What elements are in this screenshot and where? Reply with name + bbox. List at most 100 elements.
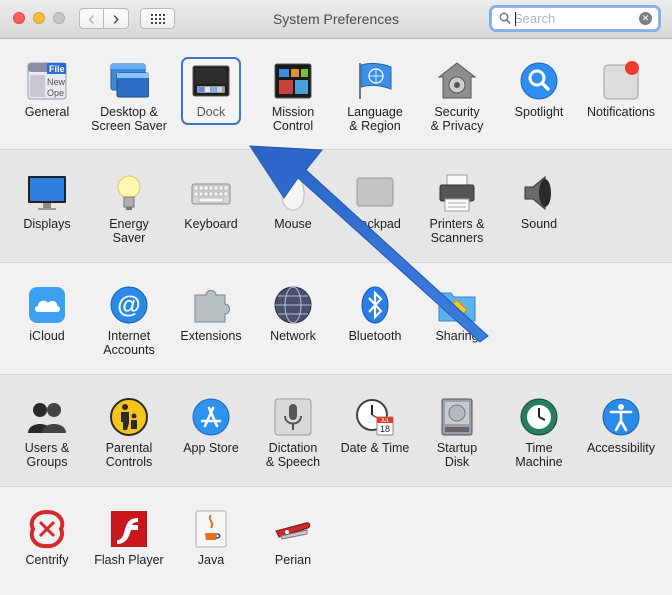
pref-label: Startup Disk xyxy=(436,441,478,469)
pref-label: Security & Privacy xyxy=(430,105,484,133)
pref-label: Time Machine xyxy=(515,441,563,469)
pref-mission-control[interactable]: Mission Control xyxy=(252,61,334,133)
pref-energy-saver[interactable]: Energy Saver xyxy=(88,173,170,245)
accessibility-icon xyxy=(601,397,641,437)
pref-label: Keyboard xyxy=(184,217,238,231)
printers-scanners-icon xyxy=(437,173,477,213)
parental-controls-icon xyxy=(109,397,149,437)
pref-label: Network xyxy=(270,329,316,343)
trackpad-icon xyxy=(355,173,395,213)
pref-trackpad[interactable]: Trackpad xyxy=(334,173,416,231)
pref-label: Extensions xyxy=(180,329,242,343)
pref-label: Dictation & Speech xyxy=(265,441,321,469)
pref-sharing[interactable]: Sharing xyxy=(416,285,498,343)
flash-player-icon xyxy=(109,509,149,549)
pref-label: Printers & Scanners xyxy=(429,217,485,245)
pref-flash-player[interactable]: Flash Player xyxy=(88,509,170,567)
text-caret xyxy=(515,12,516,26)
pref-label: Desktop & Screen Saver xyxy=(91,105,167,133)
energy-saver-icon xyxy=(109,173,149,213)
centrify-icon xyxy=(27,509,67,549)
pref-notifications[interactable]: Notifications xyxy=(580,61,662,119)
pref-label: Centrify xyxy=(25,553,69,567)
pref-accessibility[interactable]: Accessibility xyxy=(580,397,662,455)
general-icon: File New Ope xyxy=(27,61,67,101)
pref-label: App Store xyxy=(183,441,239,455)
desktop-screensaver-icon xyxy=(109,61,150,101)
displays-icon xyxy=(27,173,67,213)
window-titlebar: ‹ › System Preferences ✕ xyxy=(0,0,672,39)
pref-centrify[interactable]: Centrify xyxy=(6,509,88,567)
sharing-icon xyxy=(437,285,477,325)
pref-label: Trackpad xyxy=(349,217,401,231)
java-icon xyxy=(191,509,231,549)
pref-label: Date & Time xyxy=(340,441,410,455)
pref-label: Users & Groups xyxy=(24,441,70,469)
pref-date-time[interactable]: JUL 18 Date & Time xyxy=(334,397,416,455)
search-field[interactable]: ✕ xyxy=(491,7,659,30)
pref-label: Notifications xyxy=(586,105,656,119)
pref-language-region[interactable]: Language & Region xyxy=(334,61,416,133)
time-machine-icon xyxy=(519,397,559,437)
search-input[interactable] xyxy=(514,10,632,27)
pref-label: Sharing xyxy=(435,329,479,343)
pref-internet-accounts[interactable]: @ Internet Accounts xyxy=(88,285,170,357)
users-groups-icon xyxy=(27,397,67,437)
dock-icon xyxy=(191,61,231,101)
pref-parental-controls[interactable]: Parental Controls xyxy=(88,397,170,469)
date-time-icon: JUL 18 xyxy=(355,397,395,437)
pref-label: Sound xyxy=(520,217,558,231)
pref-label: Internet Accounts xyxy=(103,329,155,357)
pref-label: Bluetooth xyxy=(348,329,402,343)
pref-mouse[interactable]: Mouse xyxy=(252,173,334,231)
pref-dock[interactable]: Dock xyxy=(170,57,252,125)
pref-security-privacy[interactable]: Security & Privacy xyxy=(416,61,498,133)
pref-sound[interactable]: Sound xyxy=(498,173,580,231)
app-store-icon xyxy=(191,397,231,437)
pref-dictation-speech[interactable]: Dictation & Speech xyxy=(252,397,334,469)
clear-search-icon[interactable]: ✕ xyxy=(639,12,652,25)
svg-text:@: @ xyxy=(117,292,140,319)
extensions-icon xyxy=(191,285,231,325)
mouse-icon xyxy=(273,173,313,213)
pref-bluetooth[interactable]: Bluetooth xyxy=(334,285,416,343)
pref-keyboard[interactable]: Keyboard xyxy=(170,173,252,231)
pref-network[interactable]: Network xyxy=(252,285,334,343)
pref-app-store[interactable]: App Store xyxy=(170,397,252,455)
pref-label: Perian xyxy=(274,553,312,567)
pref-label: Accessibility xyxy=(586,441,656,455)
calendar-day-text: 18 xyxy=(380,424,390,434)
search-icon xyxy=(499,12,511,25)
pref-spotlight[interactable]: Spotlight xyxy=(498,61,580,119)
pref-label: Spotlight xyxy=(514,105,564,119)
sound-icon xyxy=(519,173,559,213)
general-icon-new-text: New xyxy=(47,77,66,87)
icloud-icon xyxy=(27,285,67,325)
pref-time-machine[interactable]: Time Machine xyxy=(498,397,580,469)
pref-startup-disk[interactable]: Startup Disk xyxy=(416,397,498,469)
pref-general[interactable]: File New Ope General xyxy=(6,61,88,119)
keyboard-icon xyxy=(191,173,231,213)
mission-control-icon xyxy=(273,61,313,101)
general-icon-open-text: Ope xyxy=(47,88,64,98)
bluetooth-icon xyxy=(355,285,395,325)
pref-label: Mission Control xyxy=(271,105,315,133)
pref-label: General xyxy=(24,105,70,119)
pref-label: Mouse xyxy=(274,217,312,231)
pref-users-groups[interactable]: Users & Groups xyxy=(6,397,88,469)
pref-extensions[interactable]: Extensions xyxy=(170,285,252,343)
pref-label: Parental Controls xyxy=(105,441,153,469)
general-icon-file-text: File xyxy=(49,64,65,74)
perian-icon xyxy=(273,509,313,549)
notifications-icon xyxy=(601,61,641,101)
network-icon xyxy=(273,285,313,325)
internet-accounts-icon: @ xyxy=(109,285,149,325)
pref-icloud[interactable]: iCloud xyxy=(6,285,88,343)
pref-desktop-screen-saver[interactable]: Desktop & Screen Saver xyxy=(88,61,170,133)
pref-label: Displays xyxy=(23,217,71,231)
pref-perian[interactable]: Perian xyxy=(252,509,334,567)
pref-displays[interactable]: Displays xyxy=(6,173,88,231)
pref-printers-scanners[interactable]: Printers & Scanners xyxy=(416,173,498,245)
pref-java[interactable]: Java xyxy=(170,509,252,567)
security-privacy-icon xyxy=(437,61,477,101)
